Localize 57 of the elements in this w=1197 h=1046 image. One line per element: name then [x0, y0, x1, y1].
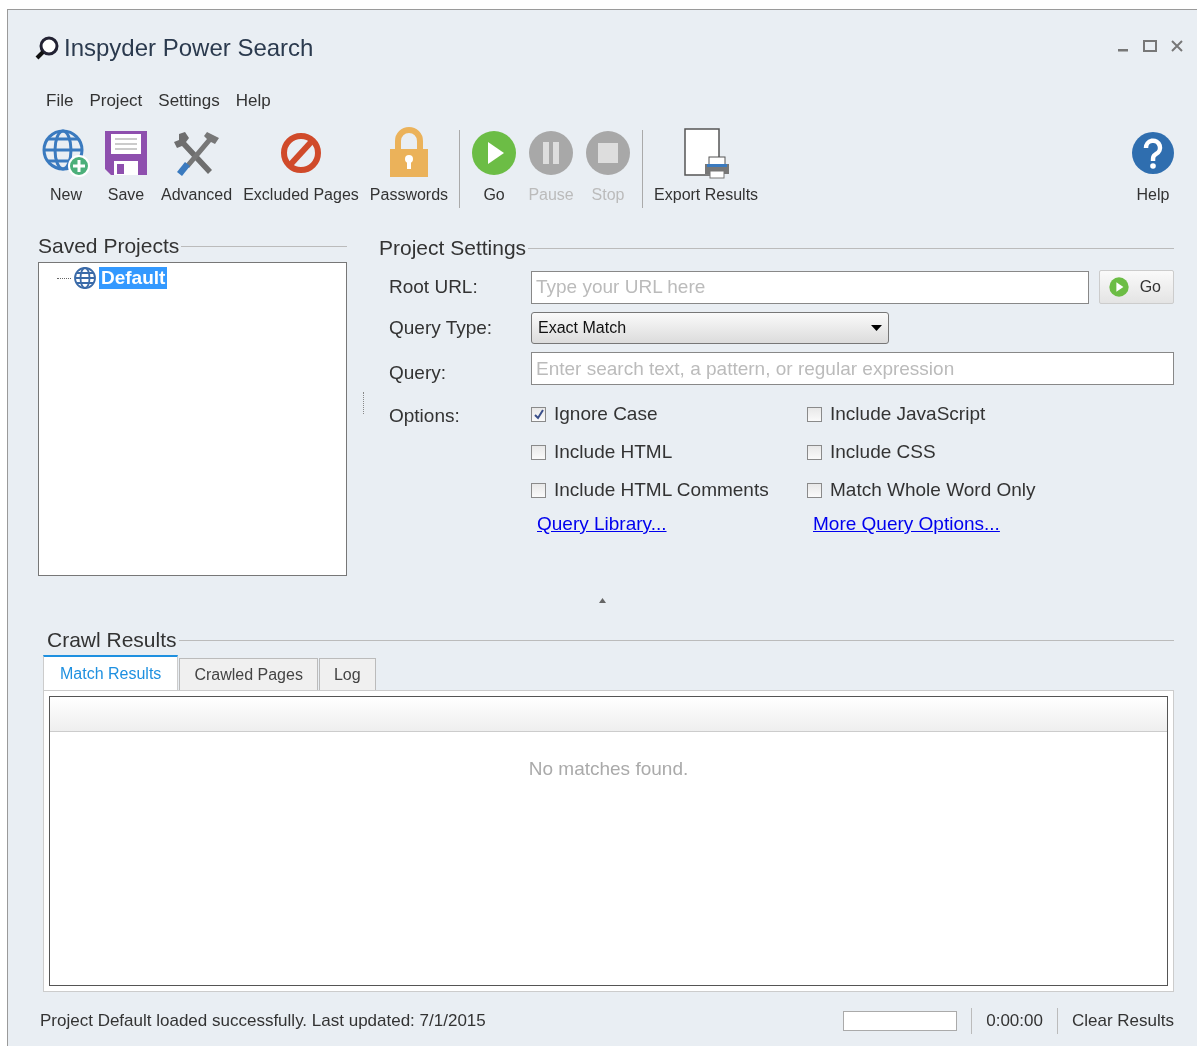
go-button[interactable]: Go — [468, 126, 521, 204]
export-button[interactable]: Export Results — [651, 126, 762, 204]
checkbox-label[interactable]: Include JavaScript — [830, 403, 986, 425]
checkbox[interactable] — [531, 482, 546, 498]
field-label: Query Type: — [389, 317, 494, 339]
pause-icon — [528, 128, 575, 178]
menu-item[interactable]: File — [38, 91, 82, 111]
globe-plus-icon — [41, 128, 91, 178]
tab[interactable]: Match Results — [43, 655, 179, 690]
checkbox[interactable] — [531, 444, 546, 460]
query-field[interactable]: Enter search text, a pattern, or regular expression — [531, 352, 1174, 385]
checkbox-label[interactable]: Match Whole Word Only — [830, 479, 1036, 501]
section-heading: Crawl Results — [47, 628, 177, 652]
elapsed-time: 0:00:00 — [986, 1011, 1043, 1031]
section-heading: Project Settings — [379, 236, 527, 260]
link[interactable]: Query Library... — [537, 513, 667, 535]
field-label: Query: — [389, 361, 448, 384]
passwords-button[interactable]: Passwords — [366, 126, 452, 204]
clear-results-button[interactable]: Clear Results — [1071, 1011, 1174, 1031]
checkbox-label[interactable]: Ignore Case — [554, 403, 658, 425]
field-label: Root URL: — [389, 276, 479, 298]
tab[interactable]: Log — [318, 658, 376, 690]
checkbox[interactable] — [531, 406, 546, 422]
menu-item[interactable]: Project — [81, 91, 151, 111]
field-label: Options: — [389, 405, 461, 427]
play-icon — [471, 128, 518, 178]
checkbox-label[interactable]: Include HTML Comments — [554, 479, 769, 501]
page-printer-icon — [681, 127, 732, 179]
save-button[interactable]: Save — [99, 126, 153, 204]
section-heading: Saved Projects — [38, 234, 180, 258]
globe-icon — [73, 266, 97, 290]
menu-item[interactable]: Settings — [150, 91, 228, 111]
checkbox-label[interactable]: Include CSS — [830, 441, 936, 463]
help-button[interactable]: Help — [1127, 126, 1179, 204]
play-icon — [1107, 276, 1130, 298]
close-icon[interactable] — [1171, 40, 1183, 52]
checkbox-label[interactable]: Include HTML — [554, 441, 673, 463]
window-title: Inspyder Power Search — [64, 34, 314, 62]
tab[interactable]: Crawled Pages — [179, 658, 318, 690]
maximize-icon[interactable] — [1143, 40, 1157, 52]
url-field[interactable]: Type your URL here — [531, 270, 1089, 304]
link[interactable]: More Query Options... — [813, 513, 1000, 535]
go-button[interactable]: Go — [1098, 270, 1174, 304]
new-button[interactable]: New — [38, 126, 94, 204]
menu-item[interactable]: Help — [227, 91, 279, 111]
checkbox[interactable] — [807, 444, 822, 460]
status-message: Project Default loaded successfully. Last updated: 7/1/2015 — [40, 1011, 487, 1031]
stop-icon — [585, 128, 632, 178]
collapse-arrow-icon[interactable] — [599, 598, 606, 603]
checkbox[interactable] — [807, 482, 822, 498]
advanced-button[interactable]: Advanced — [158, 126, 236, 204]
magnifier-icon — [34, 35, 60, 61]
excluded-button[interactable]: Excluded Pages — [240, 126, 362, 204]
query-type-dropdown[interactable]: Exact Match — [531, 312, 889, 344]
empty-message: No matches found. — [527, 758, 690, 780]
dropdown-arrow-icon — [871, 324, 882, 332]
checkbox[interactable] — [807, 406, 822, 422]
